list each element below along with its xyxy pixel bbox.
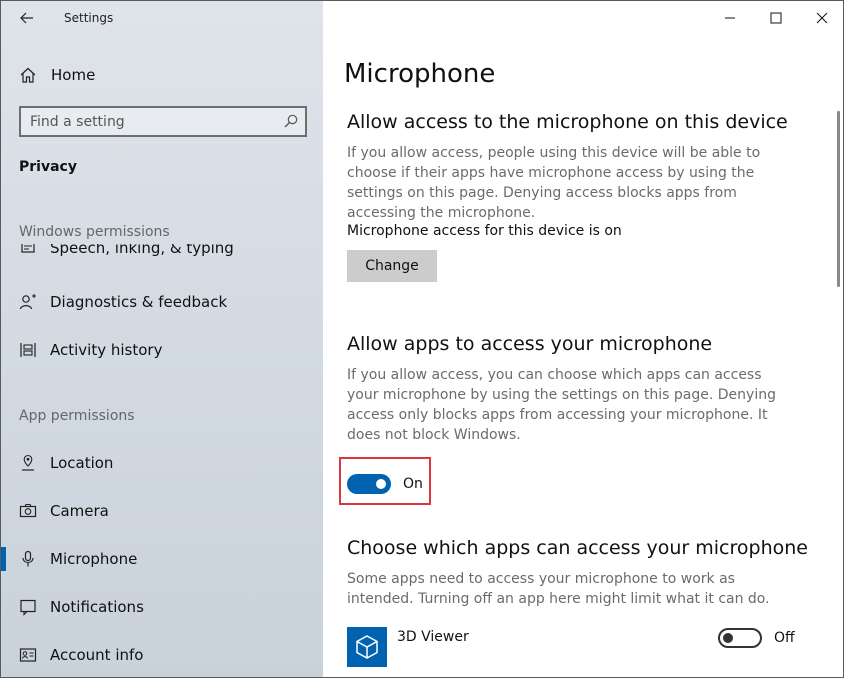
sidebar-item-label: Microphone xyxy=(50,550,138,568)
location-icon xyxy=(17,452,39,474)
content-pane: Microphone Allow access to the microphon… xyxy=(323,1,843,677)
sidebar-item-diagnostics[interactable]: Diagnostics & feedback xyxy=(1,282,323,322)
app-row-3d-viewer: 3D Viewer Off xyxy=(347,627,817,667)
sidebar: Settings Home Privacy Windows permission… xyxy=(1,1,323,677)
search-icon[interactable] xyxy=(283,113,299,129)
app-access-description: If you allow access, you can choose whic… xyxy=(347,367,776,443)
account-info-icon xyxy=(17,644,39,666)
change-button[interactable]: Change xyxy=(347,250,437,282)
microphone-icon xyxy=(17,548,39,570)
close-icon xyxy=(816,12,828,24)
sidebar-item-label: Camera xyxy=(50,502,109,520)
notifications-icon xyxy=(17,596,39,618)
highlight-box xyxy=(339,457,431,505)
device-access-heading: Allow access to the microphone on this d… xyxy=(347,111,788,133)
sidebar-item-microphone[interactable]: Microphone xyxy=(1,539,323,579)
title-bar: Settings xyxy=(1,1,323,35)
3d-viewer-toggle-state: Off xyxy=(774,630,795,646)
choose-apps-heading: Choose which apps can access your microp… xyxy=(347,537,808,559)
sidebar-item-label: Activity history xyxy=(50,341,163,359)
scrollbar-thumb[interactable] xyxy=(837,111,840,287)
camera-icon xyxy=(17,500,39,522)
search-input[interactable] xyxy=(21,108,271,135)
sidebar-item-label: Notifications xyxy=(50,598,144,616)
search-box xyxy=(19,106,307,137)
speech-icon xyxy=(17,244,39,259)
window-controls xyxy=(707,1,843,35)
sidebar-item-label: Location xyxy=(50,454,114,472)
3d-viewer-toggle[interactable] xyxy=(718,628,762,648)
sidebar-item-camera[interactable]: Camera xyxy=(1,491,323,531)
device-access-status: Microphone access for this device is on xyxy=(347,223,622,239)
activity-history-icon xyxy=(17,339,39,361)
page-title: Microphone xyxy=(344,59,496,89)
app-toggle-row: Off xyxy=(718,628,795,648)
3d-viewer-icon xyxy=(347,627,387,667)
sidebar-item-label: Diagnostics & feedback xyxy=(50,293,228,311)
sidebar-item-speech[interactable]: Speech, inking, & typing xyxy=(1,244,323,264)
settings-window: Settings Home Privacy Windows permission… xyxy=(0,0,844,678)
app-access-heading: Allow apps to access your microphone xyxy=(347,333,713,355)
sidebar-item-label: Account info xyxy=(50,646,144,664)
choose-apps-description: Some apps need to access your microphone… xyxy=(347,571,770,607)
window-title: Settings xyxy=(64,11,114,25)
toggle-knob xyxy=(723,633,733,643)
back-arrow-icon xyxy=(20,12,33,24)
sidebar-item-home[interactable]: Home xyxy=(1,57,323,93)
sidebar-item-label: Speech, inking, & typing xyxy=(50,244,234,257)
section-title-privacy: Privacy xyxy=(19,159,77,175)
sidebar-item-location[interactable]: Location xyxy=(1,443,323,483)
maximize-button[interactable] xyxy=(753,1,799,35)
maximize-icon xyxy=(770,12,782,24)
device-access-description: If you allow access, people using this d… xyxy=(347,145,761,221)
group-label-app-permissions: App permissions xyxy=(19,408,135,424)
app-name: 3D Viewer xyxy=(397,629,469,645)
diagnostics-icon xyxy=(17,291,39,313)
sidebar-item-activity-history[interactable]: Activity history xyxy=(1,330,323,370)
sidebar-item-label: Home xyxy=(51,66,96,84)
home-icon xyxy=(17,64,39,86)
group-label-windows-permissions: Windows permissions xyxy=(19,224,170,240)
sidebar-item-account-info[interactable]: Account info xyxy=(1,635,323,675)
close-button[interactable] xyxy=(799,1,843,35)
back-button[interactable] xyxy=(15,6,39,30)
minimize-icon xyxy=(725,17,735,19)
minimize-button[interactable] xyxy=(707,1,753,35)
sidebar-item-notifications[interactable]: Notifications xyxy=(1,587,323,627)
